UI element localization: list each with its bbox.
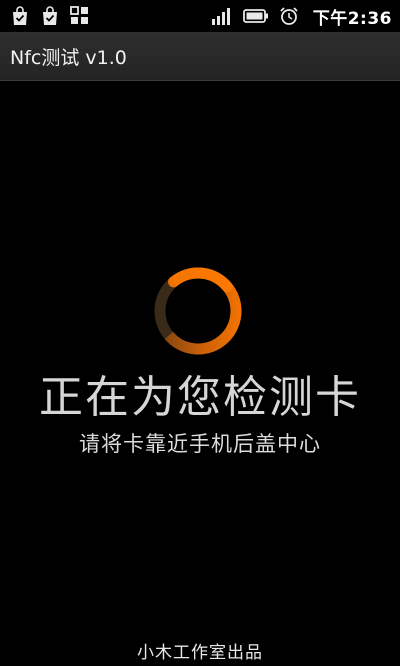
grid-icon — [70, 6, 88, 24]
main-content: 正在为您检测卡 请将卡靠近手机后盖中心 小木工作室出品 — [0, 81, 400, 666]
instruction-text: 请将卡靠近手机后盖中心 — [79, 432, 321, 456]
loading-spinner-icon — [154, 267, 242, 355]
title-bar: Nfc测试 v1.0 — [0, 32, 400, 81]
footer-credit: 小木工作室出品 — [137, 643, 263, 663]
shopping-bag-check-icon — [13, 6, 27, 25]
shopping-bag-check-icon — [43, 6, 57, 25]
app-screen: 下午2:36 Nfc测试 v1.0 正在为您检测卡 请将卡靠近手机后盖中心 小木… — [0, 0, 400, 666]
system-status: 下午2:36 — [211, 4, 392, 29]
signal-icon — [211, 8, 230, 25]
battery-icon — [242, 9, 268, 23]
app-title: Nfc测试 v1.0 — [10, 46, 127, 69]
status-bar: 下午2:36 — [0, 0, 400, 32]
detect-status-heading: 正在为您检测卡 — [39, 372, 361, 423]
status-time: 下午2:36 — [312, 8, 392, 29]
notification-icons — [10, 6, 90, 26]
alarm-clock-icon — [280, 7, 298, 25]
